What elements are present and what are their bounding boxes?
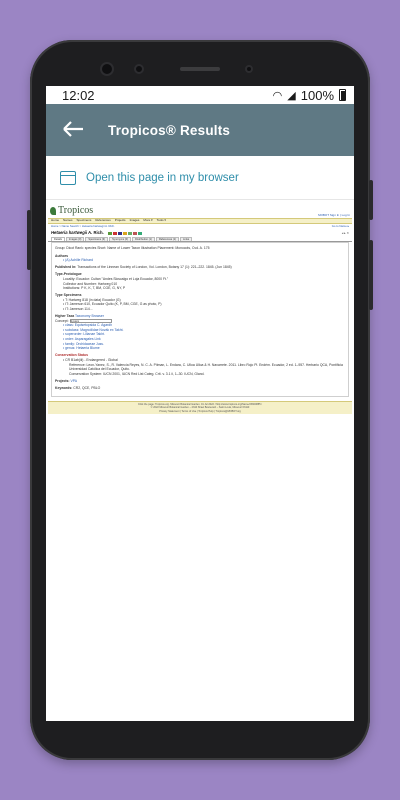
tropicos-logo[interactable]: Tropicos [50, 204, 93, 218]
conservation-label: Conservation Status [55, 353, 88, 358]
projects-label: Projects: [55, 378, 70, 383]
specimen-line[interactable]: • IT: Jameson 114... [55, 307, 93, 311]
protologue-line: Locality: Ecuador: Cuitan "Andes Sloscal… [63, 276, 169, 281]
open-in-browser-label: Open this page in my browser [86, 171, 239, 184]
nav-item[interactable]: Projects [115, 218, 126, 222]
phone-bezel [30, 40, 370, 86]
conservation-line: • CR B1ab(iii) - Endangered - Global [63, 357, 118, 362]
tab-details[interactable]: Details [51, 236, 65, 242]
volume-button [369, 180, 373, 220]
breadcrumb-path[interactable]: Home > Name Search > Hetaeria hartwegii … [51, 224, 115, 229]
tab-links[interactable]: Links [180, 236, 193, 242]
leaf-icon [50, 206, 56, 215]
browser-icon [60, 170, 76, 185]
signal-icon: ◢ [287, 89, 296, 102]
specimen-line[interactable]: • T: Hartweg 818 (in data) Ecuador (G) [55, 298, 121, 302]
battery-icon [339, 89, 346, 101]
page-nav-icons[interactable]: ◂ ▸ ✕ [342, 231, 349, 235]
sign-in-link[interactable]: MOBOT Sign In | Log In [318, 213, 350, 217]
nav-item[interactable]: Tools ▾ [157, 218, 166, 222]
power-button [369, 240, 373, 310]
projects-value[interactable]: VPA [70, 379, 77, 383]
keywords-value: CR2, QCE, PBLO [73, 385, 101, 390]
tab-references[interactable]: References (1) [155, 236, 180, 242]
protologue-line: Collector and Number: Hartweg 010 [63, 281, 118, 286]
camera-sensor [134, 64, 144, 74]
nav-item[interactable]: More ▾ [143, 218, 152, 222]
system-nav-bar [46, 707, 354, 721]
taxon-line[interactable]: • order: Asparagales Link [55, 337, 101, 341]
published-label: Published In: [55, 265, 77, 270]
earpiece-speaker [180, 67, 220, 71]
name-heading: Hetaeria hartwegii A. Rich. ◂ ▸ ✕ [48, 229, 352, 237]
side-button [27, 210, 31, 270]
clock: 12:02 [62, 87, 95, 103]
arrow-left-icon[interactable] [62, 117, 108, 143]
screen: 12:02 ◠ ◢ 100% Tropicos® Results Open th… [46, 86, 354, 721]
concept-label: Concept: [55, 318, 69, 323]
conservation-system: Conservation System: IUCN 2001, IUCN Red… [69, 371, 205, 376]
status-bar: 12:02 ◠ ◢ 100% [46, 86, 354, 104]
camera-lens [100, 62, 114, 76]
tropicos-header: Tropicos MOBOT Sign In | Log In [48, 204, 352, 218]
tab-specimens[interactable]: Specimens (3) [85, 236, 109, 242]
published-value: Transactions of the Linnean Society of L… [77, 265, 232, 270]
group-line: Group: Dicot Rank: species Short: Name o… [55, 246, 210, 251]
proximity-sensor [245, 65, 253, 73]
protologue-line: Institutions: P K, K, T, BM, CGE, G, NY,… [63, 286, 126, 291]
nav-item[interactable]: Images [130, 218, 140, 222]
tab-images[interactable]: Images (0) [65, 236, 85, 242]
battery-percent: 100% [300, 87, 334, 103]
scientific-name: Hetaeria hartwegii A. Rich. [51, 230, 142, 236]
webview[interactable]: Tropicos MOBOT Sign In | Log In Home Nam… [46, 200, 354, 415]
go-to-name-link[interactable]: Go to Name ▸ [332, 224, 349, 229]
tab-synonyms[interactable]: Synonyms (0) [109, 236, 132, 242]
type-protologue-label: Type-Protologue [55, 272, 82, 277]
tab-distribution[interactable]: Distribution (1) [132, 236, 155, 242]
nav-item[interactable]: Names [63, 218, 73, 222]
taxon-line[interactable]: • class: Equisetopsida C. Agardh [55, 323, 112, 327]
wifi-icon: ◠ [272, 89, 283, 102]
concept-select[interactable]: System [69, 318, 112, 323]
nav-item[interactable]: Specimens [77, 218, 92, 222]
taxonomy-browser-link[interactable]: Taxonomy Browser [75, 314, 104, 318]
type-specimens-label: Type Specimens [55, 293, 82, 298]
author-link[interactable]: • (A) Achille Richard [55, 258, 93, 262]
page-footer: Click the page: Tropicos.org. Missouri B… [48, 400, 352, 415]
taxon-line[interactable]: • genus: Hetaeria Blume [55, 346, 100, 350]
authors-label: Authors [55, 253, 68, 258]
taxon-line[interactable]: • family: Orchidaceae Juss. [55, 342, 104, 346]
taxon-line[interactable]: • subclass: Magnoliidae Novák ex Takht. [55, 328, 124, 332]
specimen-line[interactable]: • IT: Jameson 610, Ecuador Quito (K, P, … [55, 302, 162, 306]
open-in-browser-button[interactable]: Open this page in my browser [46, 156, 354, 200]
taxon-line[interactable]: • superorder: Lilianae Takht. [55, 332, 105, 336]
app-bar: Tropicos® Results [46, 104, 354, 156]
conservation-reference: Reference: Leon-Yanez, S., R. Valencia R… [69, 362, 343, 372]
page-title: Tropicos® Results [108, 122, 231, 138]
name-tool-icons [107, 231, 142, 235]
higher-taxa-label: Higher Taxa [55, 314, 75, 319]
footer-line[interactable]: Privacy Statement | Terms of Use | Tropi… [48, 410, 352, 413]
nav-item[interactable]: References [95, 218, 110, 222]
keywords-label: Keywords: [55, 385, 73, 390]
nav-item[interactable]: Home [51, 218, 59, 222]
details-panel: Group: Dicot Rank: species Short: Name o… [51, 242, 349, 397]
